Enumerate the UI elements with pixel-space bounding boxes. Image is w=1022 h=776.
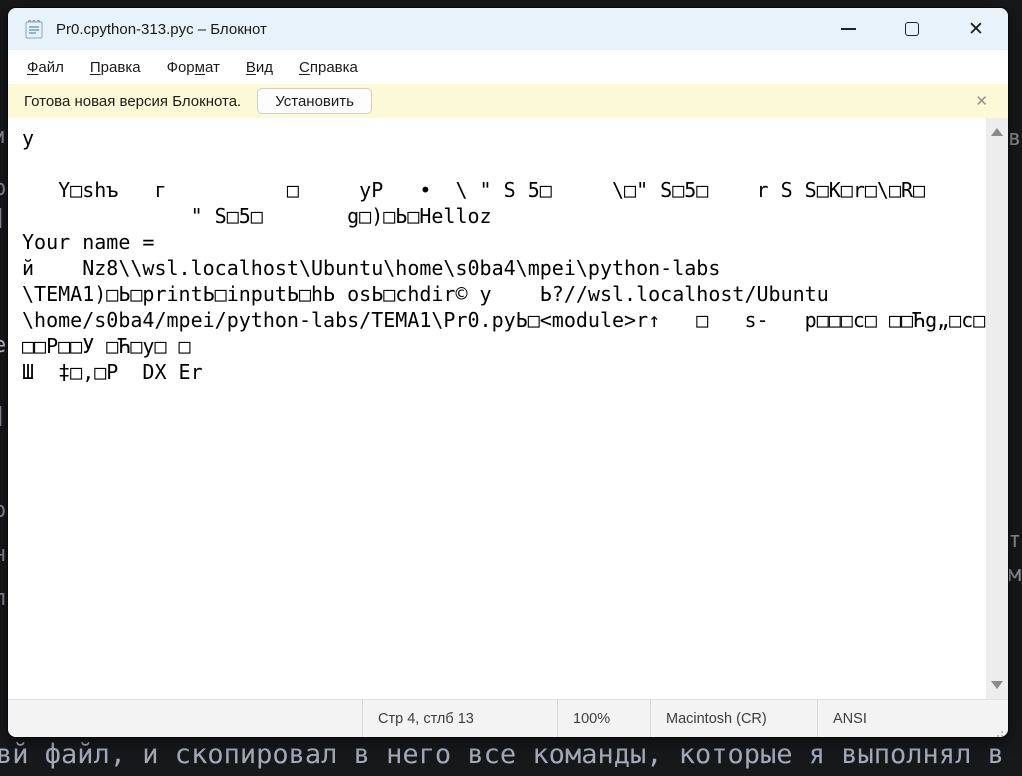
notepad-icon [22,17,46,41]
scroll-up-icon[interactable] [991,128,1003,136]
vertical-scrollbar[interactable] [986,118,1008,699]
editor-text[interactable]: у Y□shъ г □ уР • \ " S 5□ \□" S□5□ r S S… [8,118,1008,385]
notepad-window: Pr0.cpython-313.pyc – Блокнот ✕ Файл Пра… [8,8,1008,737]
text-editor[interactable]: у Y□shъ г □ уР • \ " S 5□ \□" S□5□ r S S… [8,118,1008,699]
status-encoding: ANSI [817,700,1008,737]
background-text-fragment: м [1008,562,1021,588]
notification-message: Готова новая версия Блокнота. [24,93,241,110]
background-text-fragment: ] [0,206,6,232]
background-text-fragment: н [0,542,6,568]
minimize-icon [841,28,856,30]
menu-file[interactable]: Файл [14,54,77,81]
background-text-fragment: м [0,124,4,150]
maximize-button[interactable] [880,8,944,50]
titlebar: Pr0.cpython-313.pyc – Блокнот ✕ [8,8,1008,50]
status-bar: Стр 4, стлб 13 100% Macintosh (CR) ANSI [8,699,1008,737]
background-text-fragment: л [0,586,6,612]
status-cursor-position: Стр 4, стлб 13 [362,700,557,737]
window-title: Pr0.cpython-313.pyc – Блокнот [56,21,267,38]
menubar: Файл Правка Формат Вид Справка [8,50,1008,84]
status-spacer [8,700,362,737]
minimize-button[interactable] [816,8,880,50]
background-text-fragment: т [1008,528,1021,554]
background-text-fragment: е [0,333,6,359]
menu-edit[interactable]: Правка [77,54,154,81]
background-text-fragment: р [0,176,6,202]
menu-help[interactable]: Справка [286,54,371,81]
close-button[interactable]: ✕ [944,8,1008,50]
notification-close-icon[interactable]: ✕ [969,90,994,112]
background-text-fragment: о [0,498,6,524]
background-text-fragment: в [1008,126,1021,152]
menu-format[interactable]: Формат [154,54,233,81]
close-icon: ✕ [968,20,984,39]
resize-grip-icon[interactable] [1001,731,1003,733]
background-text-fragment: ] [0,404,6,430]
maximize-icon [905,22,919,36]
background-terminal-text: вй файл, и скопировал в него все команды… [0,739,1004,770]
update-notification-bar: Готова новая версия Блокнота. Установить… [8,84,1008,118]
status-line-endings: Macintosh (CR) [650,700,817,737]
status-zoom-level: 100% [557,700,650,737]
menu-view[interactable]: Вид [233,54,286,81]
scroll-down-icon[interactable] [991,681,1003,689]
install-button[interactable]: Установить [257,88,372,114]
